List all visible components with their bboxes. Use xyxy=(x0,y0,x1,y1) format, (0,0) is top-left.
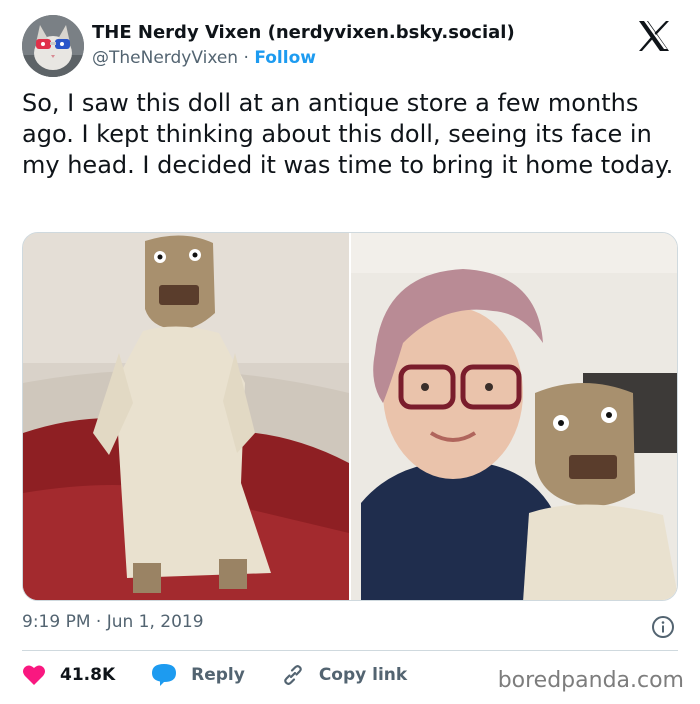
doll-on-couch-photo[interactable] xyxy=(23,233,349,601)
copy-link-button[interactable]: Copy link xyxy=(281,663,407,687)
heart-icon xyxy=(23,665,45,685)
follow-button[interactable]: Follow xyxy=(254,48,316,68)
reply-button[interactable]: Reply xyxy=(151,663,245,687)
divider xyxy=(22,650,678,651)
handle-separator: · xyxy=(243,48,249,68)
x-logo-icon[interactable] xyxy=(637,20,671,52)
author-display-name[interactable]: THE Nerdy Vixen (nerdyvixen.bsky.social) xyxy=(92,22,515,43)
info-icon[interactable] xyxy=(651,615,675,639)
tweet-media[interactable] xyxy=(22,232,678,601)
site-watermark: boredpanda.com xyxy=(497,668,684,693)
like-count: 41.8K xyxy=(60,665,116,685)
author-avatar[interactable] xyxy=(22,15,84,77)
tweet-text: So, I saw this doll at an antique store … xyxy=(22,89,674,179)
link-icon xyxy=(283,665,302,685)
reply-bubble-icon xyxy=(152,664,177,686)
like-button[interactable]: 41.8K xyxy=(22,664,115,686)
cat-avatar-icon xyxy=(22,15,84,77)
author-handle-row: @TheNerdyVixen · Follow xyxy=(92,48,316,68)
copy-link-label: Copy link xyxy=(318,665,408,685)
author-handle[interactable]: @TheNerdyVixen xyxy=(92,48,238,68)
tweet-actions: 41.8K Reply Copy link xyxy=(22,663,443,687)
woman-with-doll-selfie-photo[interactable] xyxy=(351,233,678,601)
reply-label: Reply xyxy=(191,665,245,685)
tweet-timestamp[interactable]: 9:19 PM · Jun 1, 2019 xyxy=(22,612,204,632)
